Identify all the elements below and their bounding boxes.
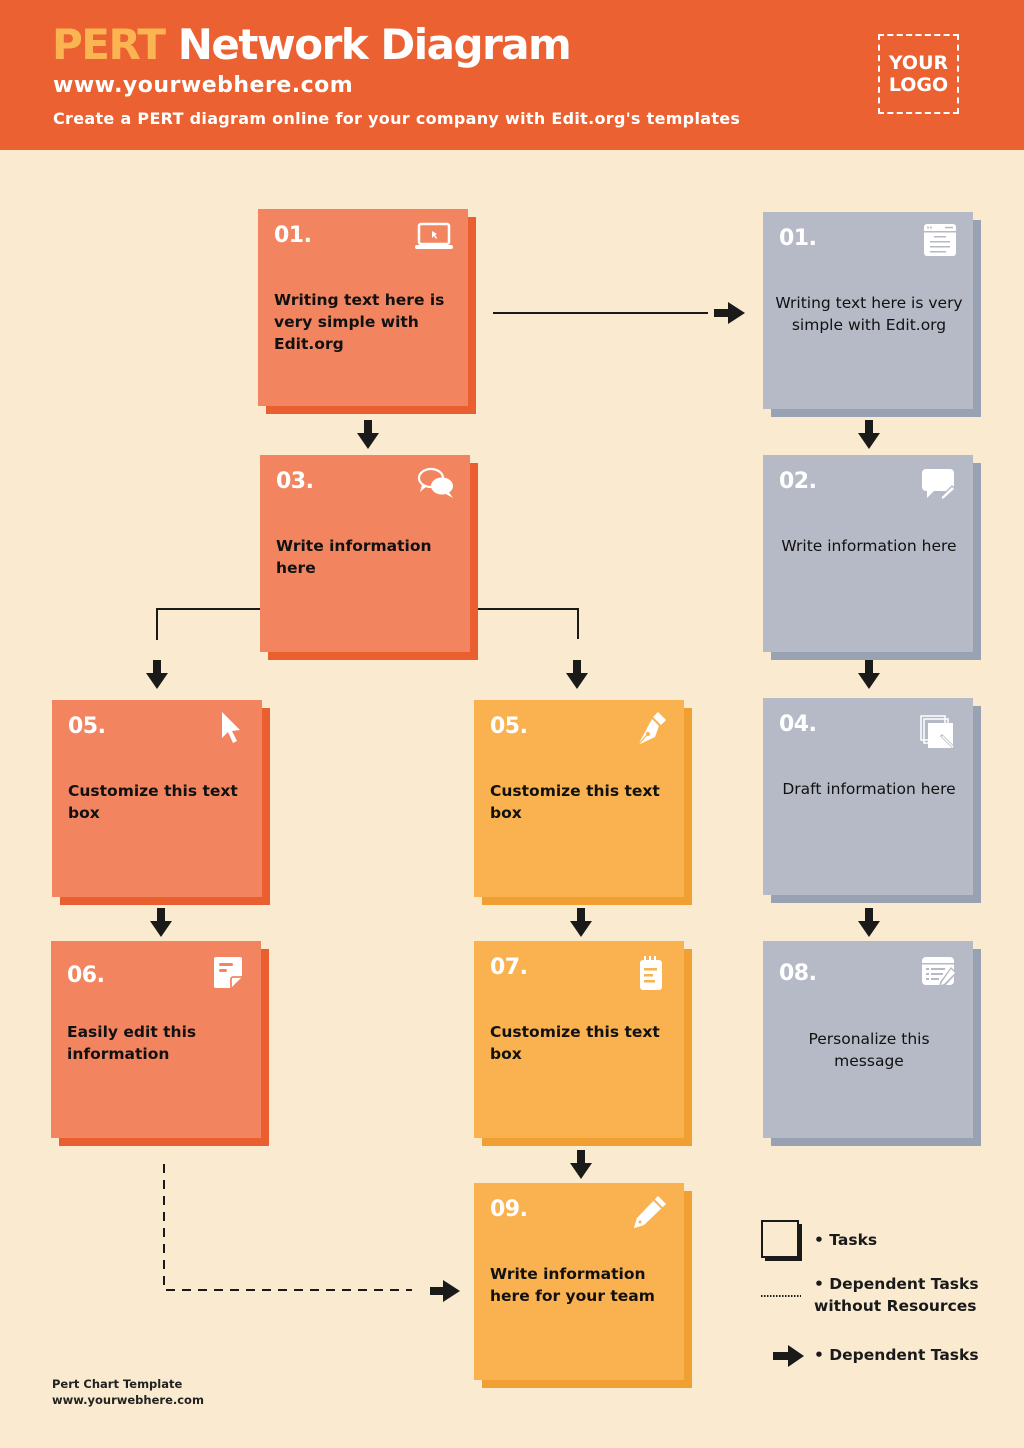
task-text[interactable]: Customize this text box	[490, 780, 670, 824]
arrow-right-icon	[714, 302, 745, 324]
task-text[interactable]: Customize this text box	[490, 1021, 670, 1065]
task-card-yellow-05[interactable]: 05. Customize this text box	[474, 700, 692, 905]
pen-nib-icon	[637, 712, 666, 746]
footer-line1: Pert Chart Template	[52, 1377, 183, 1391]
arrow-down-icon	[570, 908, 592, 937]
legend-line1: • Dependent Tasks	[814, 1275, 979, 1293]
task-text[interactable]: Customize this text box	[68, 780, 248, 824]
task-number: 06.	[67, 963, 105, 988]
task-text[interactable]: Write information here	[276, 535, 456, 579]
comment-edit-icon	[922, 469, 956, 501]
connector-line	[478, 608, 579, 639]
arrow-down-icon	[566, 660, 588, 689]
task-card-gray-04[interactable]: 04. Draft information here	[763, 698, 981, 903]
footer-line2: www.yourwebhere.com	[52, 1393, 204, 1407]
pencil-icon	[634, 1196, 666, 1228]
task-card-gray-01[interactable]: 01. Writing text here is very simple wit…	[763, 212, 981, 417]
arrow-down-icon	[858, 420, 880, 449]
arrow-down-icon	[858, 660, 880, 689]
task-card-red-06[interactable]: 06. Easily edit this information	[51, 941, 269, 1146]
connector-line	[156, 608, 260, 640]
task-text[interactable]: Personalize this message	[773, 1028, 965, 1072]
cursor-icon	[222, 712, 240, 743]
task-card-red-01[interactable]: 01. Writing text here is very simple wit…	[258, 209, 476, 414]
task-card-red-03[interactable]: 03. Write information here	[260, 455, 478, 660]
arrow-down-icon	[357, 420, 379, 449]
arrow-down-icon	[858, 908, 880, 937]
task-number: 03.	[276, 469, 314, 494]
arrow-down-icon	[146, 660, 168, 689]
task-number: 07.	[490, 955, 528, 980]
legend-tasks-label: • Tasks	[814, 1231, 878, 1249]
legend-dependent-label: • Dependent Tasks	[814, 1346, 979, 1364]
task-number: 01.	[274, 223, 312, 248]
task-text[interactable]: Write information here	[773, 535, 965, 557]
task-card-red-05[interactable]: 05. Customize this text box	[52, 700, 270, 905]
legend-task-square	[761, 1220, 802, 1261]
task-text[interactable]: Writing text here is very simple with Ed…	[773, 292, 965, 336]
arrow-down-icon	[150, 908, 172, 937]
task-number: 05.	[490, 714, 528, 739]
footer: Pert Chart Template www.yourwebhere.com	[52, 1376, 204, 1408]
arrow-down-icon	[570, 1150, 592, 1179]
task-text[interactable]: Draft information here	[773, 778, 965, 800]
chat-bubbles-icon	[417, 467, 453, 498]
task-card-yellow-07[interactable]: 07. Customize this text box	[474, 941, 692, 1146]
legend-dependent-no-resources-label: • Dependent Tasks without Resources	[814, 1273, 979, 1317]
notepad-icon	[640, 956, 662, 990]
drafts-icon	[920, 715, 955, 749]
task-card-gray-08[interactable]: 08. Personalize this message	[763, 941, 981, 1146]
task-number: 05.	[68, 714, 106, 739]
task-text[interactable]: Writing text here is very simple with Ed…	[274, 289, 454, 355]
arrow-right-icon	[430, 1280, 460, 1302]
task-number: 09.	[490, 1197, 528, 1222]
task-number: 01.	[779, 226, 817, 251]
legend-line2: without Resources	[814, 1297, 977, 1315]
laptop-icon	[415, 222, 453, 249]
task-number: 04.	[779, 712, 817, 737]
browser-window-icon	[924, 224, 956, 256]
task-number: 02.	[779, 469, 817, 494]
dashed-connector	[163, 1164, 412, 1291]
task-card-gray-02[interactable]: 02. Write information here	[763, 455, 981, 660]
task-card-yellow-09[interactable]: 09. Write information here for your team	[474, 1183, 692, 1388]
task-text[interactable]: Write information here for your team	[490, 1263, 670, 1307]
legend-arrow-icon	[773, 1345, 804, 1367]
task-number: 08.	[779, 961, 817, 986]
task-text[interactable]: Easily edit this information	[67, 1021, 247, 1065]
note-icon	[214, 957, 242, 988]
form-edit-icon	[922, 957, 957, 988]
